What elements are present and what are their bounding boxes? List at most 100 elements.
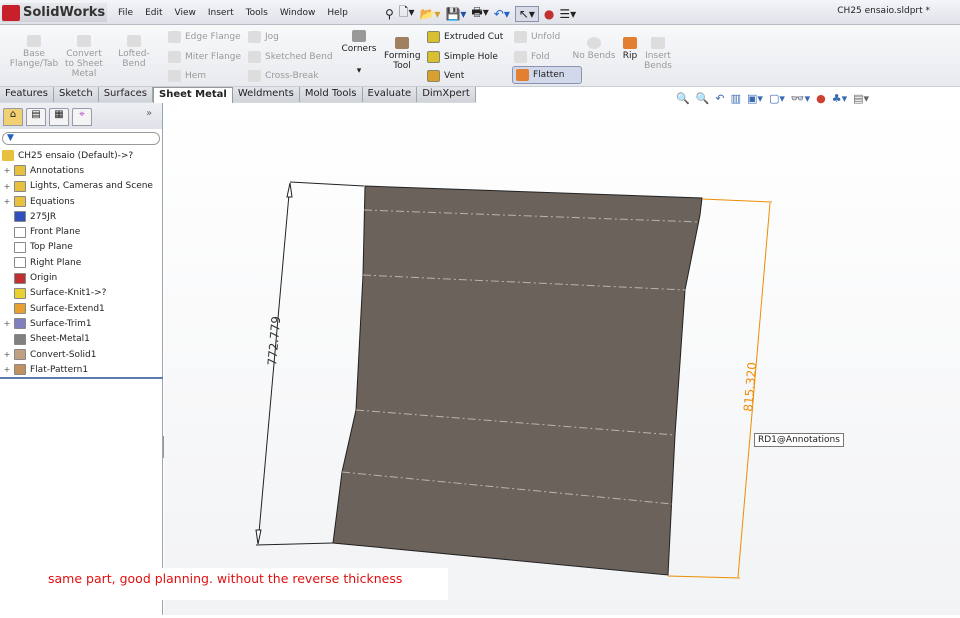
hide-show-items-icon[interactable]: 👓▾ — [791, 92, 810, 105]
zoom-to-fit-icon[interactable]: 🔍 — [676, 92, 690, 105]
tab-dimxpert[interactable]: DimXpert — [417, 87, 476, 102]
sketched-bend-button[interactable]: Sketched Bend — [248, 51, 333, 63]
undo-icon[interactable]: ↶▾ — [494, 7, 510, 21]
property-manager-tab-icon[interactable]: ▤ — [26, 108, 46, 126]
options-icon[interactable]: ☰▾ — [559, 7, 576, 21]
feature-icon — [14, 165, 26, 177]
tab-sheet-metal[interactable]: Sheet Metal — [153, 87, 233, 104]
expand-chevron-icon[interactable]: » — [139, 108, 159, 126]
tree-item[interactable]: Surface-Knit1->? — [2, 286, 162, 301]
menu-help[interactable]: Help — [321, 8, 354, 18]
menu-file[interactable]: File — [112, 8, 139, 18]
unfold-icon — [514, 31, 527, 43]
tree-item[interactable]: + Annotations — [2, 163, 162, 178]
jog-icon — [248, 31, 261, 43]
convert-button[interactable]: Convert to Sheet Metal — [64, 35, 104, 79]
dimension-left-value[interactable]: 772.779 — [265, 316, 283, 367]
open-icon[interactable]: 📂▾ — [419, 7, 440, 21]
rebuild-icon[interactable]: ● — [544, 7, 554, 21]
tree-item[interactable]: Sheet-Metal1 — [2, 332, 162, 347]
tree-item[interactable]: Top Plane — [2, 240, 162, 255]
cross-break-button[interactable]: Cross-Break — [248, 70, 319, 82]
tree-item[interactable]: 275JR — [2, 209, 162, 224]
menu-window[interactable]: Window — [274, 8, 322, 18]
flatten-button[interactable]: Flatten — [512, 66, 582, 84]
feature-icon — [14, 241, 26, 253]
feature-icon — [14, 349, 26, 360]
display-style-icon[interactable]: ▢▾ — [769, 92, 785, 105]
edit-appearance-icon[interactable]: ● — [816, 92, 826, 105]
corners-button[interactable]: Corners ▾ — [340, 30, 378, 76]
dimension-right-value[interactable]: 815.320 — [741, 362, 759, 413]
menu-edit[interactable]: Edit — [139, 8, 168, 18]
select-icon[interactable]: ↖▾ — [514, 5, 539, 22]
graphics-viewport[interactable]: 772.779 815.320 🔍 🔍 ↶ ▥ ▣▾ ▢▾ 👓▾ ● ♣▾ ▤▾ — [164, 92, 960, 615]
previous-view-icon[interactable]: ↶ — [715, 92, 724, 105]
flat-pattern-part[interactable] — [332, 185, 703, 576]
document-title: CH25 ensaio.sldprt * — [837, 6, 930, 16]
menu-tools[interactable]: Tools — [240, 8, 274, 18]
feature-icon — [14, 318, 26, 330]
lofted-bend-button[interactable]: Lofted-Bend — [108, 35, 160, 69]
view-heads-up-toolbar: 🔍 🔍 ↶ ▥ ▣▾ ▢▾ 👓▾ ● ♣▾ ▤▾ — [676, 92, 869, 105]
section-view-icon[interactable]: ▥ — [731, 92, 741, 105]
tab-sketch[interactable]: Sketch — [54, 87, 99, 102]
expand-icon[interactable]: + — [2, 350, 12, 359]
zoom-to-area-icon[interactable]: 🔍 — [696, 92, 710, 105]
dimxpert-tab-icon[interactable]: ⌖ — [72, 108, 92, 126]
configuration-manager-tab-icon[interactable]: ▦ — [49, 108, 69, 126]
part-view: 772.779 815.320 — [255, 181, 773, 579]
insert-bends-button[interactable]: Insert Bends — [642, 37, 674, 71]
hem-button[interactable]: Hem — [168, 70, 206, 82]
expand-icon[interactable]: + — [2, 166, 12, 175]
print-icon[interactable]: 🖶▾ — [471, 3, 488, 24]
new-document-icon[interactable]: 🗋▾ — [399, 3, 415, 24]
tree-item[interactable]: Origin — [2, 270, 162, 285]
tree-item[interactable]: Front Plane — [2, 224, 162, 239]
miter-flange-button[interactable]: Miter Flange — [168, 51, 241, 63]
rip-button[interactable]: Rip — [620, 37, 640, 61]
base-flange-icon — [27, 35, 41, 47]
extruded-cut-button[interactable]: Extruded Cut — [427, 31, 503, 43]
base-flange-button[interactable]: Base Flange/Tab — [8, 35, 60, 69]
menu-view[interactable]: View — [169, 8, 202, 18]
view-settings-icon[interactable]: ▤▾ — [853, 92, 869, 105]
tree-item[interactable]: + Convert-Solid1 — [2, 347, 162, 362]
tab-weldments[interactable]: Weldments — [232, 87, 300, 102]
vent-button[interactable]: Vent — [427, 70, 464, 82]
no-bends-button[interactable]: No Bends — [572, 37, 616, 61]
tree-item[interactable]: + Lights, Cameras and Scene — [2, 179, 162, 194]
tab-features[interactable]: Features — [0, 87, 54, 102]
jog-button[interactable]: Jog — [248, 31, 279, 43]
tree-item[interactable]: + Equations — [2, 194, 162, 209]
save-icon[interactable]: 💾▾ — [445, 7, 466, 21]
edge-flange-button[interactable]: Edge Flange — [168, 31, 241, 43]
tree-root[interactable]: CH25 ensaio (Default)->? — [2, 148, 162, 163]
fold-button[interactable]: Fold — [514, 51, 550, 63]
tab-surfaces[interactable]: Surfaces — [98, 87, 154, 102]
tree-item[interactable]: + Surface-Trim1 — [2, 316, 162, 331]
tab-mold-tools[interactable]: Mold Tools — [299, 87, 363, 102]
forming-tool-button[interactable]: Forming Tool — [384, 37, 421, 71]
tree-item[interactable]: + Flat-Pattern1 — [2, 362, 162, 377]
pin-icon[interactable]: ⚲ — [385, 7, 394, 21]
solidworks-logo[interactable]: SolidWorks — [2, 3, 107, 22]
sketched-bend-icon — [248, 51, 261, 63]
corners-dropdown-icon[interactable]: ▾ — [340, 66, 378, 76]
menu-insert[interactable]: Insert — [202, 8, 240, 18]
expand-icon[interactable]: + — [2, 182, 12, 191]
apply-scene-icon[interactable]: ♣▾ — [832, 92, 847, 105]
feature-icon — [14, 303, 26, 315]
simple-hole-button[interactable]: Simple Hole — [427, 51, 498, 63]
view-orientation-icon[interactable]: ▣▾ — [747, 92, 763, 105]
expand-icon[interactable]: + — [2, 197, 12, 206]
tree-filter-input[interactable]: ▼ — [2, 132, 160, 145]
expand-icon[interactable]: + — [2, 365, 12, 374]
feature-manager-tab-icon[interactable]: ⌂ — [3, 108, 23, 126]
sw-logo-icon — [2, 4, 20, 21]
tree-item[interactable]: Right Plane — [2, 255, 162, 270]
expand-icon[interactable]: + — [2, 319, 12, 328]
tree-item[interactable]: Surface-Extend1 — [2, 301, 162, 316]
unfold-button[interactable]: Unfold — [514, 31, 560, 43]
tab-evaluate[interactable]: Evaluate — [362, 87, 418, 102]
